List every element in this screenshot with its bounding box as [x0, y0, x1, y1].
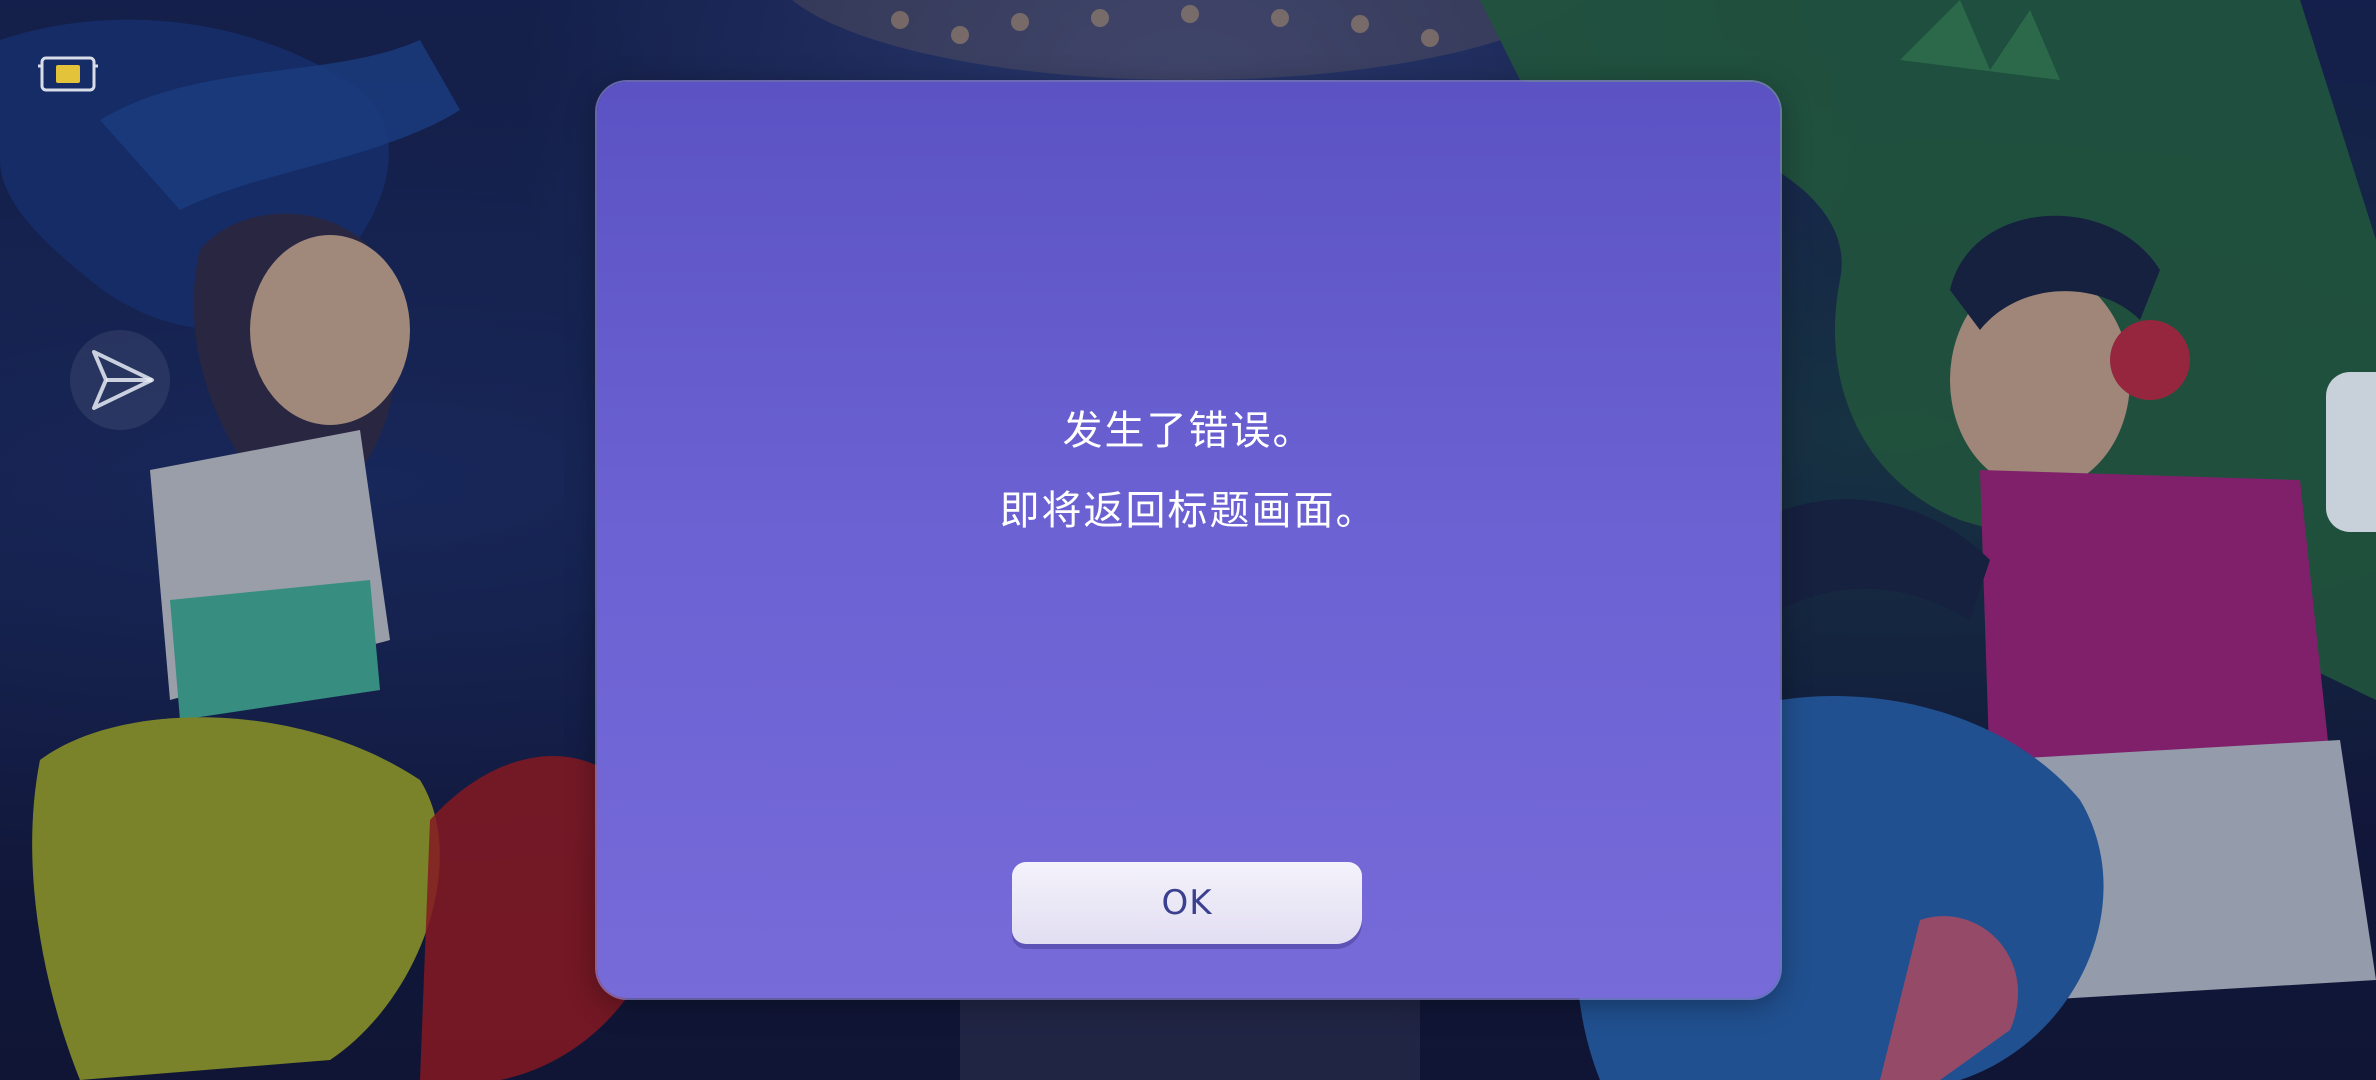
side-tab-icon[interactable] [2326, 372, 2376, 532]
send-arrow-icon[interactable] [70, 330, 170, 430]
error-message-line-2: 即将返回标题画面。 [999, 488, 1378, 534]
ok-button[interactable]: OK [1012, 862, 1362, 944]
error-dialog: 发生了错误。 即将返回标题画面。 OK [597, 82, 1780, 998]
error-message-line-1: 发生了错误。 [1062, 408, 1315, 454]
screen-record-icon[interactable] [38, 52, 98, 96]
